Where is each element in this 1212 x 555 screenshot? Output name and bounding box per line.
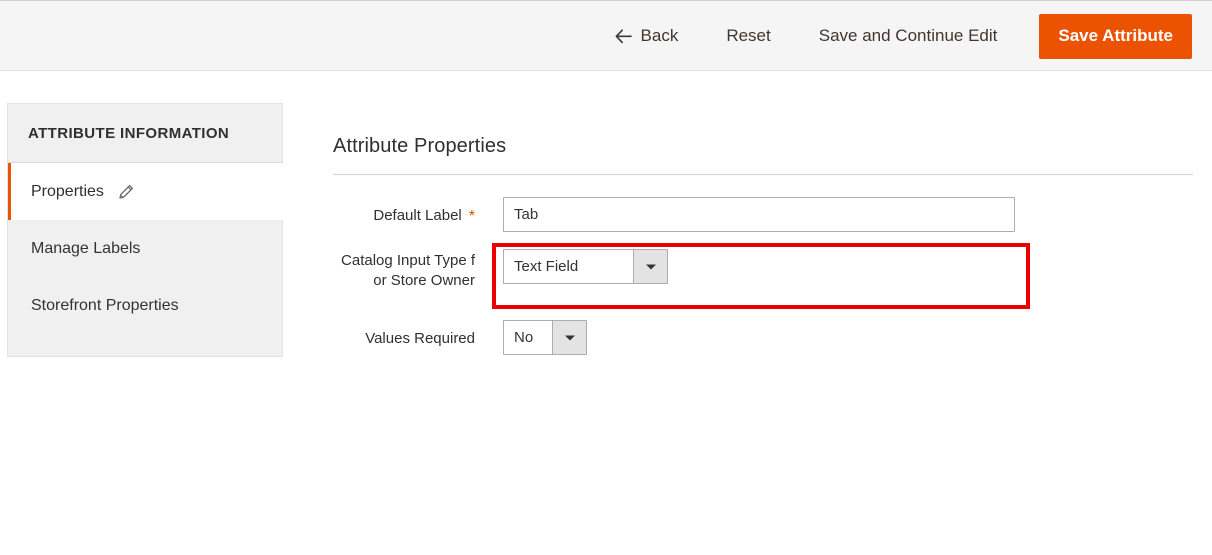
sidebar-item-list: Properties Manage Labels Storefront Prop… (7, 163, 283, 357)
sidebar-item-label: Properties (31, 183, 104, 201)
chevron-down-icon (552, 321, 586, 354)
attribute-information-sidebar: ATTRIBUTE INFORMATION Properties Manage … (7, 103, 283, 357)
default-label-input[interactable] (503, 197, 1015, 232)
back-button[interactable]: Back (591, 14, 703, 58)
page-actions-bar: Back Reset Save and Continue Edit Save A… (0, 0, 1212, 71)
values-required-control: No (503, 320, 587, 355)
catalog-input-type-label-line1: Catalog Input Type f (341, 252, 475, 269)
values-required-label: Values Required (333, 320, 475, 349)
catalog-input-type-select[interactable]: Text Field (503, 249, 668, 284)
reset-button[interactable]: Reset (702, 14, 794, 58)
sidebar-item-manage-labels[interactable]: Manage Labels (8, 220, 282, 277)
sidebar-item-label: Manage Labels (31, 240, 140, 258)
attribute-properties-heading: Attribute Properties (333, 135, 1193, 175)
admin-attribute-edit-page: Back Reset Save and Continue Edit Save A… (0, 0, 1212, 555)
default-label-text: Default Label (373, 207, 461, 224)
pencil-icon (118, 184, 134, 200)
default-label-control (503, 197, 1015, 232)
field-row-catalog-input-type: Catalog Input Type f or Store Owner Text… (333, 249, 1193, 291)
sidebar-item-properties[interactable]: Properties (8, 163, 283, 220)
catalog-input-type-label-line2: or Store Owner (373, 272, 475, 289)
values-required-select[interactable]: No (503, 320, 587, 355)
arrow-left-icon (615, 29, 632, 44)
sidebar-title: ATTRIBUTE INFORMATION (7, 103, 283, 163)
default-label-label: Default Label * (333, 197, 475, 227)
attribute-form: Attribute Properties Default Label * Cata… (333, 103, 1193, 555)
back-button-label: Back (641, 14, 679, 58)
save-and-continue-edit-label: Save and Continue Edit (819, 14, 998, 58)
required-marker: * (469, 208, 475, 225)
chevron-down-icon (633, 250, 667, 283)
attribute-properties-fieldset: Default Label * Catalog Input Type f or S… (333, 175, 1193, 355)
field-row-values-required: Values Required No (333, 320, 1193, 355)
catalog-input-type-control: Text Field (503, 249, 668, 284)
field-row-default-label: Default Label * (333, 197, 1193, 232)
catalog-input-type-value: Text Field (504, 250, 633, 283)
save-and-continue-edit-button[interactable]: Save and Continue Edit (795, 14, 1022, 58)
sidebar-item-label: Storefront Properties (31, 297, 179, 315)
catalog-input-type-label: Catalog Input Type f or Store Owner (333, 249, 475, 291)
save-attribute-button[interactable]: Save Attribute (1039, 14, 1192, 59)
sidebar-item-storefront-properties[interactable]: Storefront Properties (8, 277, 282, 334)
page-actions-group: Back Reset Save and Continue Edit Save A… (591, 1, 1192, 71)
values-required-value: No (504, 321, 552, 354)
reset-button-label: Reset (726, 14, 770, 58)
